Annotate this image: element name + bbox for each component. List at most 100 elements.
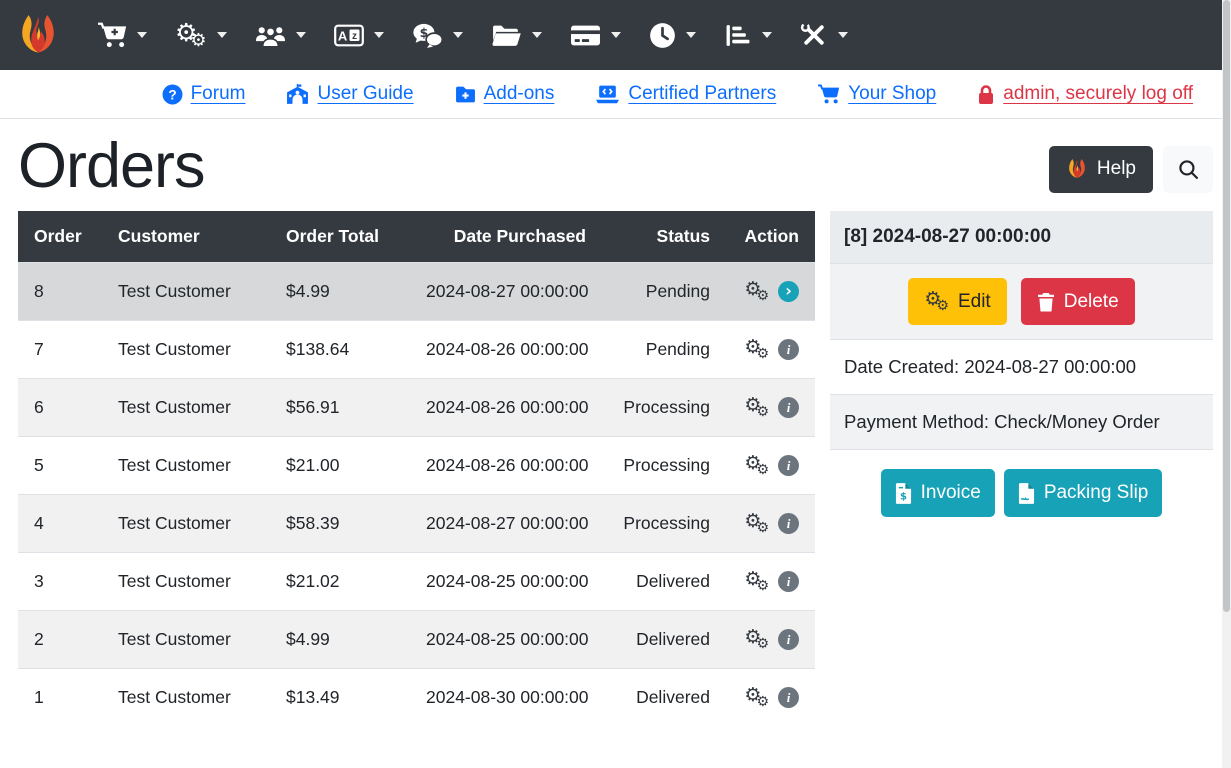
- info-circle-icon[interactable]: i: [778, 687, 799, 708]
- order-actions-gears-icon[interactable]: ⚙⚙: [744, 396, 769, 419]
- svg-text:z: z: [352, 30, 357, 41]
- edit-button[interactable]: ⚙⚙ Edit: [908, 278, 1006, 325]
- user-guide-link[interactable]: User Guide: [286, 83, 413, 105]
- info-circle-icon[interactable]: i: [778, 339, 799, 360]
- info-circle-icon[interactable]: i: [778, 571, 799, 592]
- payment-method-row: Payment Method: Check/Money Order: [830, 395, 1213, 450]
- navbar-menu-payments[interactable]: [556, 0, 635, 70]
- chevron-down-icon: [532, 32, 542, 38]
- order-row[interactable]: 8 Test Customer $4.99 2024-08-27 00:00:0…: [18, 263, 815, 321]
- users-icon: [255, 24, 286, 47]
- delete-button[interactable]: Delete: [1021, 278, 1135, 325]
- user-guide-link-label: User Guide: [317, 83, 413, 105]
- order-detail-heading: [8] 2024-08-27 00:00:00: [830, 211, 1213, 264]
- order-actions-gears-icon[interactable]: ⚙⚙: [744, 454, 769, 477]
- navbar-menu-modules[interactable]: ⚙⚙: [161, 0, 241, 70]
- log-off-link[interactable]: admin, securely log off: [977, 83, 1193, 105]
- chevron-down-icon: [137, 32, 147, 38]
- vertical-scrollbar[interactable]: [1222, 0, 1231, 768]
- chevron-down-icon: [374, 32, 384, 38]
- your-shop-link-label: Your Shop: [848, 83, 936, 105]
- search-button[interactable]: [1163, 146, 1213, 193]
- order-detail-actions: ⚙⚙ Edit Delete: [830, 264, 1213, 340]
- phoenix-logo[interactable]: [17, 11, 59, 59]
- order-row[interactable]: 6 Test Customer $56.91 2024-08-26 00:00:…: [18, 379, 815, 437]
- order-total-cell: $4.99: [270, 611, 410, 669]
- packing-slip-button[interactable]: Packing Slip: [1004, 469, 1163, 517]
- order-row[interactable]: 5 Test Customer $21.00 2024-08-26 00:00:…: [18, 437, 815, 495]
- your-shop-link[interactable]: Your Shop: [817, 83, 936, 105]
- delete-button-label: Delete: [1064, 291, 1119, 313]
- edit-gears-icon: ⚙⚙: [924, 290, 949, 313]
- order-row[interactable]: 3 Test Customer $21.02 2024-08-25 00:00:…: [18, 553, 815, 611]
- column-customer: Customer: [102, 211, 270, 263]
- navbar-menu-marketing[interactable]: $: [398, 0, 477, 70]
- main-content: Order Customer Order Total Date Purchase…: [0, 211, 1231, 726]
- add-ons-link[interactable]: Add-ons: [455, 83, 555, 105]
- search-icon: [1178, 159, 1199, 180]
- navbar-menu-configuration[interactable]: [786, 0, 862, 70]
- folder-open-icon: [491, 23, 522, 48]
- scrollbar-thumb[interactable]: [1223, 0, 1230, 612]
- help-button[interactable]: Help: [1049, 146, 1153, 193]
- order-actions-gears-icon[interactable]: ⚙⚙: [744, 280, 769, 303]
- action-cell: ⚙⚙ i ›: [726, 495, 815, 553]
- action-cell: ⚙⚙ i ›: [726, 553, 815, 611]
- action-cell: ⚙⚙ i ›: [726, 379, 815, 437]
- order-actions-gears-icon[interactable]: ⚙⚙: [744, 628, 769, 651]
- date-purchased-cell: 2024-08-25 00:00:00: [410, 611, 602, 669]
- customer-cell: Test Customer: [102, 611, 270, 669]
- chevron-right-circle-icon[interactable]: ›: [778, 281, 799, 302]
- order-id-cell: 8: [18, 263, 102, 321]
- help-button-label: Help: [1097, 158, 1136, 180]
- navbar-menu-reports[interactable]: [710, 0, 786, 70]
- certified-partners-link[interactable]: Certified Partners: [595, 83, 776, 105]
- order-actions-gears-icon[interactable]: ⚙⚙: [744, 338, 769, 361]
- navbar-menu-customers[interactable]: [241, 0, 320, 70]
- orders-table-header: Order Customer Order Total Date Purchase…: [18, 211, 815, 263]
- status-cell: Delivered: [602, 553, 726, 611]
- navbar-menu-localization[interactable]: A z: [320, 0, 398, 70]
- question-circle-icon: ?: [162, 84, 183, 105]
- customer-cell: Test Customer: [102, 263, 270, 321]
- order-id-cell: 6: [18, 379, 102, 437]
- comments-dollar-icon: $: [412, 23, 443, 48]
- order-actions-gears-icon[interactable]: ⚙⚙: [744, 512, 769, 535]
- chevron-down-icon: [217, 32, 227, 38]
- order-id-cell: 3: [18, 553, 102, 611]
- order-id-cell: 7: [18, 321, 102, 379]
- order-row[interactable]: 2 Test Customer $4.99 2024-08-25 00:00:0…: [18, 611, 815, 669]
- navbar-menu-scheduled[interactable]: [635, 0, 710, 70]
- info-circle-icon[interactable]: i: [778, 455, 799, 476]
- info-circle-icon[interactable]: i: [778, 397, 799, 418]
- order-actions-gears-icon[interactable]: ⚙⚙: [744, 570, 769, 593]
- shopping-cart-icon: [817, 84, 840, 104]
- order-row[interactable]: 7 Test Customer $138.64 2024-08-26 00:00…: [18, 321, 815, 379]
- info-circle-icon[interactable]: i: [778, 513, 799, 534]
- clock-icon: [649, 22, 676, 49]
- credit-card-icon: [570, 23, 601, 48]
- forum-link[interactable]: ? Forum: [162, 83, 246, 105]
- header-actions: Help: [1049, 146, 1213, 193]
- chevron-down-icon: [611, 32, 621, 38]
- action-cell: ⚙⚙ i ›: [726, 669, 815, 727]
- chevron-down-icon: [686, 32, 696, 38]
- order-row[interactable]: 4 Test Customer $58.39 2024-08-27 00:00:…: [18, 495, 815, 553]
- order-row[interactable]: 1 Test Customer $13.49 2024-08-30 00:00:…: [18, 669, 815, 727]
- info-circle-icon[interactable]: i: [778, 629, 799, 650]
- customer-cell: Test Customer: [102, 553, 270, 611]
- gears-icon: ⚙⚙: [175, 20, 207, 50]
- navbar-menu-catalog[interactable]: [83, 0, 161, 70]
- navbar-menu-tools-files[interactable]: [477, 0, 556, 70]
- order-actions-gears-icon[interactable]: ⚙⚙: [744, 686, 769, 709]
- page-title: Orders: [18, 133, 205, 199]
- log-off-link-label: admin, securely log off: [1003, 83, 1193, 105]
- customer-cell: Test Customer: [102, 437, 270, 495]
- customer-cell: Test Customer: [102, 669, 270, 727]
- date-purchased-cell: 2024-08-27 00:00:00: [410, 263, 602, 321]
- cart-plus-icon: [97, 22, 127, 48]
- status-cell: Processing: [602, 437, 726, 495]
- chevron-down-icon: [453, 32, 463, 38]
- invoice-button[interactable]: $ Invoice: [881, 469, 995, 517]
- column-order: Order: [18, 211, 102, 263]
